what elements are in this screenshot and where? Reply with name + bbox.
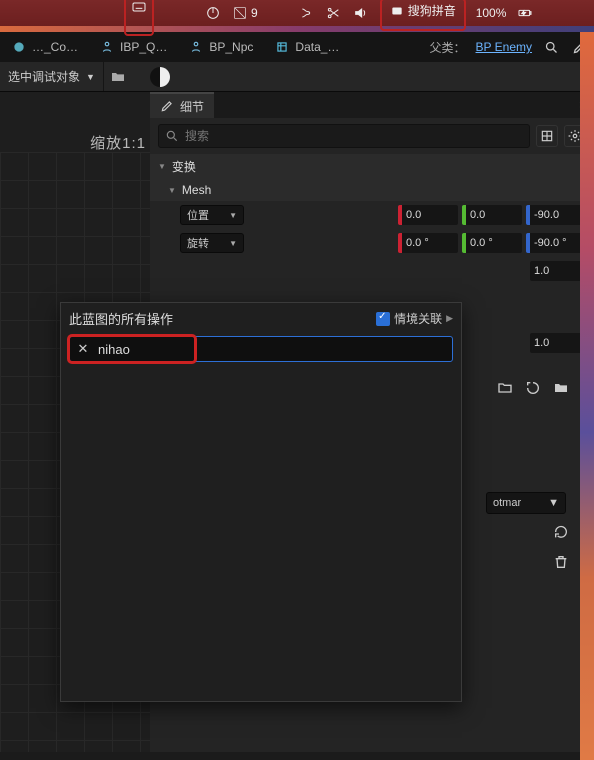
ime-indicator[interactable]: 搜狗拼音 <box>380 0 466 31</box>
keyboard-icon[interactable] <box>130 0 148 16</box>
scissors-icon[interactable] <box>324 4 342 22</box>
trash-icon[interactable] <box>552 553 570 571</box>
debug-object-dropdown[interactable]: 选中调试对象 ▼ <box>0 62 104 91</box>
scale-z[interactable]: 1.0 <box>530 261 586 281</box>
layout-button[interactable] <box>536 125 558 147</box>
context-sensitive-toggle[interactable]: 情境关联 ▶ <box>376 310 453 327</box>
use-selected-icon[interactable] <box>524 379 542 397</box>
editor-tabs: …_Co… IBP_Q… BP_Npc Data_… 父类： BP Enemy <box>0 32 594 62</box>
details-tab[interactable]: 细节 <box>150 92 214 118</box>
action-menu-popup: 此蓝图的所有操作 情境关联 ▶ ✕ <box>60 302 462 702</box>
toolbar: 选中调试对象 ▼ <box>0 62 594 92</box>
section-transform[interactable]: ▼ 变换 <box>150 154 594 179</box>
tray-count: 9 <box>251 6 258 20</box>
power-icon[interactable] <box>204 4 222 22</box>
chevron-down-icon: ▼ <box>86 72 95 82</box>
parent-class-link[interactable]: BP Enemy <box>476 40 532 54</box>
tab-data[interactable]: Data_… <box>269 32 345 62</box>
volume-icon[interactable] <box>352 4 370 22</box>
yinyang-button[interactable] <box>146 67 174 87</box>
parent-class-label: 父类： <box>430 39 466 56</box>
tab-co[interactable]: …_Co… <box>6 32 84 62</box>
zoom-label: 缩放1:1 <box>90 132 146 153</box>
section-mesh[interactable]: ▼ Mesh <box>150 179 594 201</box>
popup-title: 此蓝图的所有操作 <box>69 309 173 328</box>
triangle-down-icon: ▼ <box>168 186 176 195</box>
snake-icon[interactable] <box>296 4 314 22</box>
ime-label: 搜狗拼音 <box>408 2 456 19</box>
location-dropdown[interactable]: 位置 ▼ <box>180 205 244 225</box>
battery-icon <box>516 4 534 22</box>
details-search-input[interactable] <box>185 129 523 143</box>
reset-icon[interactable] <box>552 523 570 541</box>
scale-row-partial: 1.0 <box>150 257 594 285</box>
battery-pct: 100% <box>476 6 507 20</box>
chevron-down-icon: ▼ <box>229 211 237 220</box>
location-x[interactable]: 0.0 <box>398 205 458 225</box>
location-row: 位置 ▼ 0.0 0.0 -90.0 <box>150 201 594 229</box>
rotation-x[interactable]: 0.0 ° <box>398 233 458 253</box>
open-folder-button[interactable] <box>104 69 132 85</box>
location-y[interactable]: 0.0 <box>462 205 522 225</box>
panel-tabbar: 细节 × <box>150 92 594 118</box>
triangle-right-icon: ▶ <box>446 313 453 324</box>
tab-ibpq[interactable]: IBP_Q… <box>94 32 173 62</box>
tray-app-icon[interactable]: 9 <box>232 5 258 21</box>
search-icon <box>165 129 179 143</box>
val-z[interactable]: 1.0 <box>530 333 586 353</box>
rotation-dropdown[interactable]: 旋转 ▼ <box>180 233 244 253</box>
checkbox-checked-icon <box>376 312 390 326</box>
rotation-y[interactable]: 0.0 ° <box>462 233 522 253</box>
rotation-z[interactable]: -90.0 ° <box>526 233 586 253</box>
popup-search-input[interactable] <box>69 336 453 362</box>
clear-search-button[interactable]: ✕ <box>75 341 91 357</box>
browse-icon[interactable] <box>496 379 514 397</box>
location-z[interactable]: -90.0 <box>526 205 586 225</box>
rotation-row: 旋转 ▼ 0.0 ° 0.0 ° -90.0 ° <box>150 229 594 257</box>
search-icon[interactable] <box>542 38 560 56</box>
tab-bpnpc[interactable]: BP_Npc <box>183 32 259 62</box>
yinyang-icon <box>150 67 170 87</box>
desktop-edge <box>580 32 594 760</box>
partial-dropdown[interactable]: otmar ▼ <box>486 492 566 514</box>
tray-keyboard-highlight <box>124 0 154 36</box>
triangle-down-icon: ▼ <box>158 162 166 171</box>
chevron-down-icon: ▼ <box>229 239 237 248</box>
system-bar: 9 搜狗拼音 100% <box>0 0 594 26</box>
folder-icon[interactable] <box>552 379 570 397</box>
chevron-down-icon: ▼ <box>548 497 559 509</box>
details-search[interactable] <box>158 124 530 148</box>
details-search-row <box>150 118 594 154</box>
